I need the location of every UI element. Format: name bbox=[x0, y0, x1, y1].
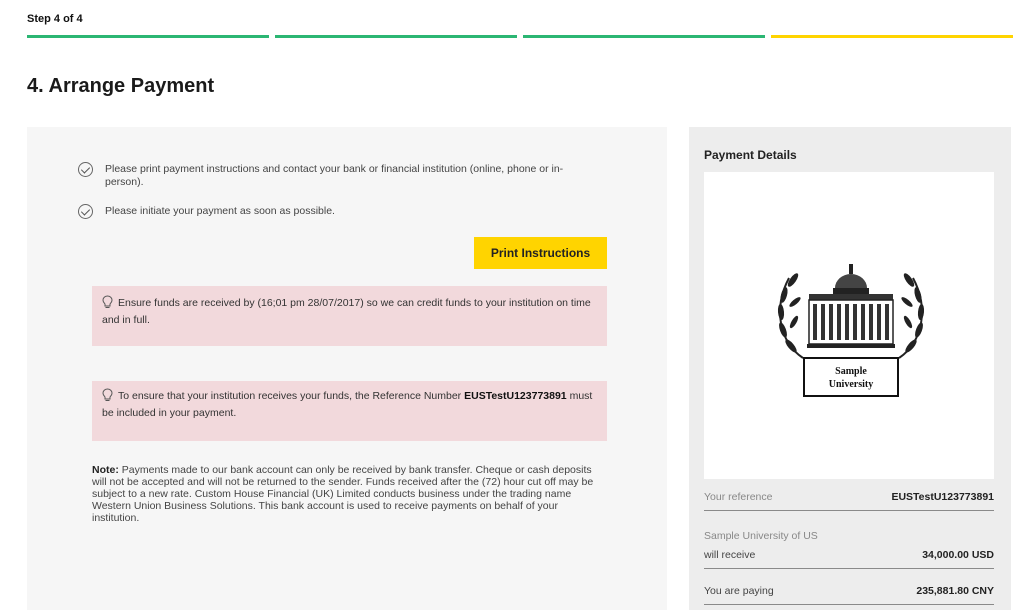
checklist-item-text: Please initiate your payment as soon as … bbox=[105, 205, 335, 217]
payment-instructions-panel bbox=[27, 127, 667, 610]
will-receive-label: will receive bbox=[704, 549, 756, 561]
reference-alert-text: To ensure that your institution receives… bbox=[118, 390, 465, 402]
lightbulb-icon bbox=[102, 295, 113, 308]
reference-number: EUSTestU123773891 bbox=[464, 390, 567, 402]
you-are-paying-row: You are paying 235,881.80 CNY bbox=[704, 585, 994, 597]
your-reference-row: Your reference EUSTestU123773891 bbox=[704, 491, 994, 503]
print-instructions-button[interactable]: Print Instructions bbox=[474, 237, 607, 269]
deadline-alert-text: Ensure funds are received by (16;01 pm 2… bbox=[102, 297, 591, 326]
deadline-alert: Ensure funds are received by (16;01 pm 2… bbox=[92, 286, 607, 346]
checklist-item-print: Please print payment instructions and co… bbox=[78, 162, 598, 189]
you-are-paying-value: 235,881.80 CNY bbox=[916, 585, 994, 597]
university-building-icon: Sample University bbox=[777, 264, 925, 397]
logo-text-line-2: University bbox=[829, 379, 873, 390]
recipient-name: Sample University of US bbox=[704, 530, 818, 542]
check-circle-icon bbox=[78, 162, 93, 177]
step-indicator: Step 4 of 4 bbox=[27, 13, 83, 25]
payment-note: Note: Payments made to our bank account … bbox=[92, 464, 604, 524]
progress-bar bbox=[27, 35, 1013, 39]
note-text: Payments made to our bank account can on… bbox=[92, 464, 594, 524]
payment-details-title: Payment Details bbox=[704, 148, 797, 162]
page-title: 4. Arrange Payment bbox=[27, 75, 215, 97]
progress-segment-1 bbox=[27, 35, 269, 38]
recipient-row: Sample University of US bbox=[704, 530, 994, 542]
your-reference-label: Your reference bbox=[704, 491, 773, 503]
progress-segment-3 bbox=[523, 35, 765, 38]
divider bbox=[704, 568, 994, 569]
reference-alert: To ensure that your institution receives… bbox=[92, 381, 607, 441]
progress-segment-4 bbox=[771, 35, 1013, 38]
will-receive-row: will receive 34,000.00 USD bbox=[704, 549, 994, 561]
lightbulb-icon bbox=[102, 388, 113, 401]
you-are-paying-label: You are paying bbox=[704, 585, 774, 597]
will-receive-value: 34,000.00 USD bbox=[922, 549, 994, 561]
your-reference-value: EUSTestU123773891 bbox=[891, 491, 994, 503]
divider bbox=[704, 510, 994, 511]
progress-segment-2 bbox=[275, 35, 517, 38]
checklist-item-initiate: Please initiate your payment as soon as … bbox=[78, 204, 598, 219]
note-label: Note: bbox=[92, 464, 119, 476]
logo-text-line-1: Sample bbox=[835, 366, 867, 377]
divider bbox=[704, 604, 994, 605]
check-circle-icon bbox=[78, 204, 93, 219]
institution-logo: Sample University bbox=[704, 172, 994, 479]
checklist-item-text: Please print payment instructions and co… bbox=[105, 163, 564, 188]
